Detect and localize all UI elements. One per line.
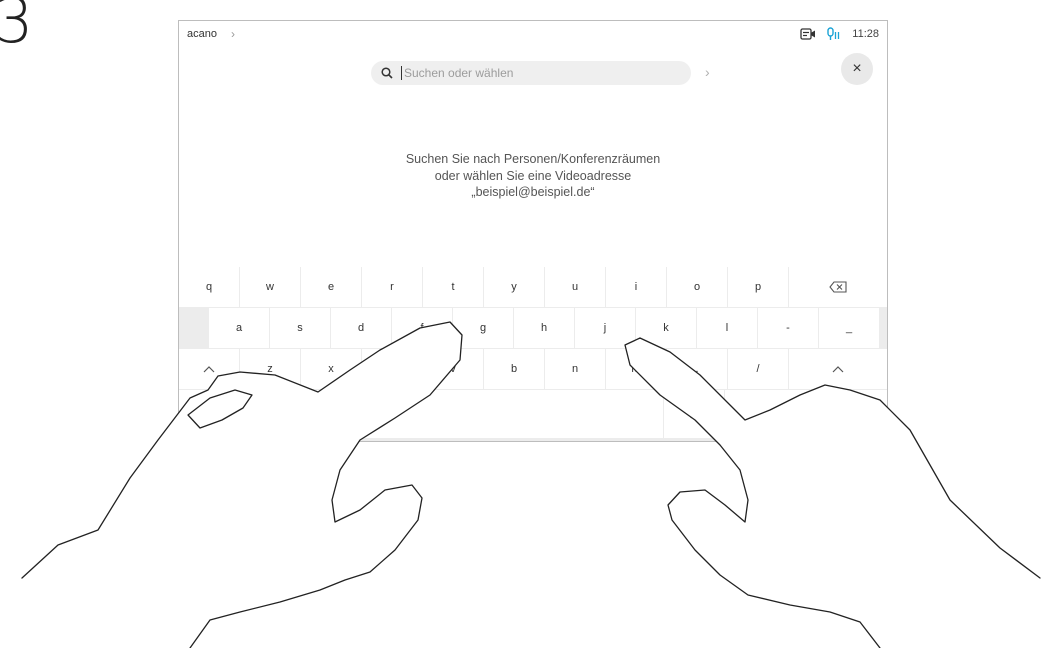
key-slash[interactable]: / — [728, 349, 788, 389]
search-field[interactable] — [371, 61, 691, 85]
search-input[interactable] — [402, 66, 674, 80]
key-e[interactable]: e — [301, 267, 361, 307]
key-w[interactable]: w — [240, 267, 300, 307]
key-underscore[interactable]: _ — [819, 308, 879, 348]
shift-key-right[interactable] — [789, 349, 887, 389]
close-icon: × — [852, 60, 862, 77]
shift-key-left[interactable] — [179, 349, 239, 389]
key-m[interactable]: m — [606, 349, 666, 389]
backspace-key[interactable] — [789, 267, 887, 307]
key-r[interactable]: r — [362, 267, 422, 307]
key-s[interactable]: s — [270, 308, 330, 348]
status-icons: 11:28 — [800, 27, 879, 41]
key-c[interactable]: c — [362, 349, 422, 389]
key-u[interactable]: u — [545, 267, 605, 307]
key-z[interactable]: z — [240, 349, 300, 389]
key-f[interactable]: f — [392, 308, 452, 348]
key-k[interactable]: k — [636, 308, 696, 348]
key-period[interactable]: . — [667, 349, 727, 389]
shift-icon — [203, 366, 215, 373]
return-key[interactable] — [725, 390, 887, 438]
key-t[interactable]: t — [423, 267, 483, 307]
backspace-icon — [829, 281, 847, 293]
key-x[interactable]: x — [301, 349, 361, 389]
space-key[interactable] — [179, 390, 663, 438]
touch-panel-screen: acano › 11:28 Suchen oder wählen › × Suc… — [178, 20, 888, 442]
instruction-line: Suchen Sie nach Personen/Konferenzräumen — [405, 152, 661, 166]
room-name[interactable]: acano — [187, 28, 217, 40]
key-n[interactable]: n — [545, 349, 605, 389]
key-o[interactable]: o — [667, 267, 727, 307]
instruction-text: Suchen Sie nach Personen/Konferenzräumen… — [333, 151, 733, 201]
key-i[interactable]: i — [606, 267, 666, 307]
key-b[interactable]: b — [484, 349, 544, 389]
key-a[interactable]: a — [209, 308, 269, 348]
close-button[interactable]: × — [841, 53, 873, 85]
instruction-line: oder wählen Sie eine Videoadresse — [434, 168, 632, 183]
camera-icon[interactable] — [800, 28, 816, 40]
chevron-right-icon[interactable]: › — [231, 27, 235, 41]
key-v[interactable]: v — [423, 349, 483, 389]
key-d[interactable]: d — [331, 308, 391, 348]
key-g[interactable]: g — [453, 308, 513, 348]
key-q[interactable]: q — [179, 267, 239, 307]
key-j[interactable]: j — [575, 308, 635, 348]
shift-icon — [832, 366, 844, 373]
clock: 11:28 — [852, 28, 879, 40]
on-screen-keyboard: q w e r t y u i o p a s d f g h j k l - _z x c v b n m. / @ — [179, 267, 887, 441]
key-l[interactable]: l — [697, 308, 757, 348]
key-hyphen[interactable]: - — [758, 308, 818, 348]
instruction-line: „beispiel@beispiel.de“ — [471, 185, 595, 199]
search-icon — [381, 67, 393, 79]
microphone-icon[interactable] — [826, 27, 842, 41]
key-h[interactable]: h — [514, 308, 574, 348]
step-number: 3 — [0, 0, 34, 57]
key-y[interactable]: y — [484, 267, 544, 307]
key-p[interactable]: p — [728, 267, 788, 307]
chevron-right-icon[interactable]: › — [705, 64, 710, 80]
key-at[interactable]: @ — [664, 390, 724, 438]
status-bar: acano › 11:28 — [179, 21, 887, 47]
